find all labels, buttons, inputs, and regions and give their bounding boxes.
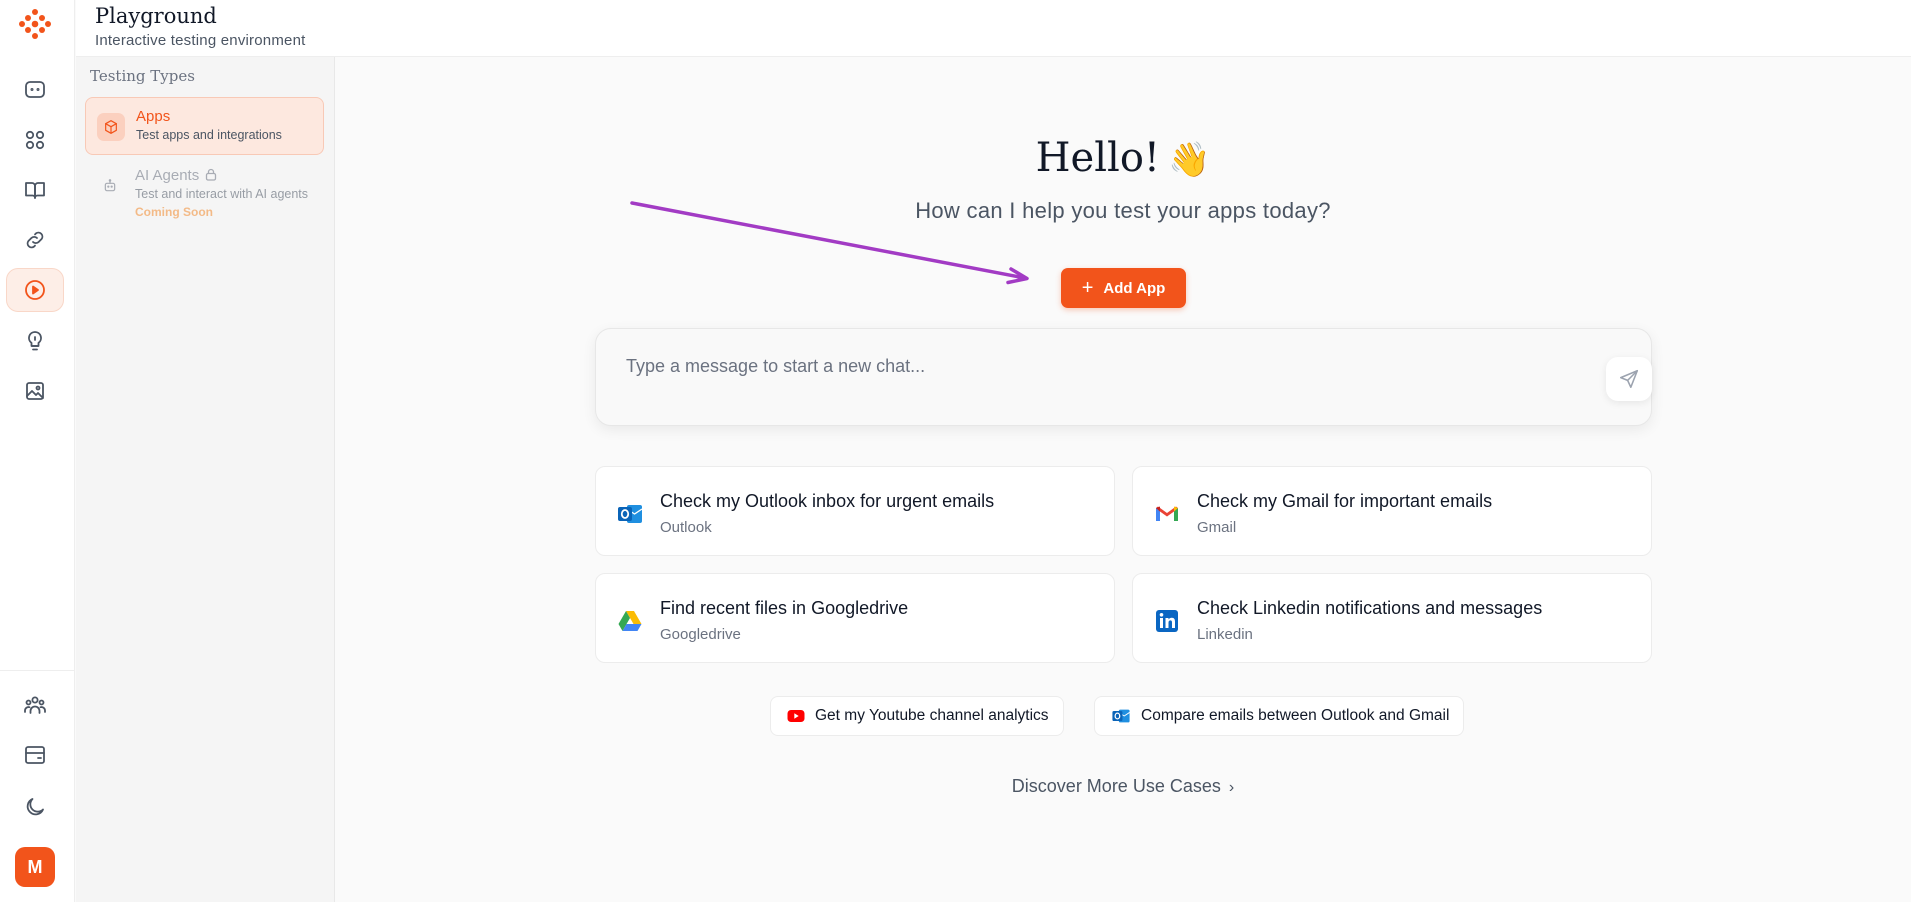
moon-icon (26, 798, 44, 816)
waving-hand-icon: 👋 (1167, 140, 1211, 180)
suggestion-card-outlook[interactable]: Check my Outlook inbox for urgent emails… (595, 466, 1115, 556)
add-app-button[interactable]: + Add App (1061, 268, 1186, 308)
rail-gallery-button[interactable] (6, 369, 64, 413)
page-subtitle: Interactive testing environment (95, 32, 306, 49)
link-icon (26, 231, 44, 249)
coming-soon-badge: Coming Soon (135, 205, 213, 219)
send-icon (1619, 369, 1639, 389)
rail-integrations-button[interactable] (6, 218, 64, 262)
card-title: Check Linkedin notifications and message… (1197, 598, 1543, 618)
left-rail: M (0, 0, 75, 902)
card-title: Find recent files in Googledrive (660, 598, 909, 618)
sidebar-item-ai-agents: AI Agents Test and interact with AI agen… (85, 157, 324, 219)
plus-icon: + (1081, 277, 1094, 299)
apps-grid-icon (25, 130, 45, 150)
sidebar-section-title: Testing Types (90, 67, 195, 85)
suggestion-chip-youtube[interactable]: Get my Youtube channel analytics (770, 696, 1064, 736)
gmail-icon (1156, 506, 1178, 521)
linkedin-icon (1156, 610, 1178, 632)
rail-docs-button[interactable] (6, 168, 64, 212)
google-drive-icon (618, 611, 642, 631)
greeting-heading: Hello! 👋 (1035, 135, 1211, 181)
sidebar-item-apps[interactable]: Apps Test apps and integrations (85, 97, 324, 155)
chevron-right-icon: › (1228, 779, 1235, 796)
book-icon (25, 182, 45, 199)
lightbulb-icon (28, 331, 42, 351)
users-icon (24, 696, 46, 714)
card-subtitle: Gmail (1197, 519, 1237, 536)
discover-more-link[interactable]: Discover More Use Cases › (335, 776, 1911, 797)
rail-chat-button[interactable] (6, 68, 64, 112)
suggestion-card-googledrive[interactable]: Find recent files in Googledrive Googled… (595, 573, 1115, 663)
robot-icon (96, 172, 124, 200)
lock-icon (206, 168, 217, 181)
suggestion-card-linkedin[interactable]: Check Linkedin notifications and message… (1132, 573, 1652, 663)
outlook-icon (1112, 709, 1130, 723)
rail-ideas-button[interactable] (6, 319, 64, 363)
suggestion-chip-compare-emails[interactable]: Compare emails between Outlook and Gmail (1094, 696, 1465, 736)
sidebar-item-desc: Test apps and integrations (136, 128, 282, 142)
rail-divider (0, 670, 75, 671)
card-subtitle: Googledrive (660, 626, 741, 643)
sidebar-item-label: AI Agents (135, 167, 217, 184)
greeting-lead: How can I help you test your apps today? (915, 198, 1331, 223)
rail-billing-button[interactable] (6, 733, 64, 777)
user-avatar[interactable]: M (15, 847, 55, 887)
page-title: Playground (95, 4, 217, 28)
rail-playground-button[interactable] (6, 268, 64, 312)
app-logo-icon[interactable] (17, 6, 53, 42)
image-icon (26, 382, 44, 400)
card-title: Check my Outlook inbox for urgent emails (660, 491, 995, 511)
testing-types-sidebar: Testing Types Apps Test apps and integra… (76, 57, 335, 902)
outlook-icon (618, 505, 643, 523)
sidebar-item-desc: Test and interact with AI agents (135, 187, 309, 201)
wallet-icon (25, 746, 45, 764)
chat-composer (595, 328, 1652, 426)
chat-input[interactable] (626, 353, 1526, 379)
card-subtitle: Linkedin (1197, 626, 1253, 643)
rail-apps-button[interactable] (6, 118, 64, 162)
send-button[interactable] (1606, 357, 1652, 401)
play-circle-icon (25, 280, 45, 300)
card-subtitle: Outlook (660, 519, 712, 536)
theme-toggle-button[interactable] (6, 785, 64, 829)
sidebar-item-label: Apps (136, 108, 171, 125)
rail-team-button[interactable] (6, 683, 64, 727)
cube-icon (97, 113, 125, 141)
main-content: Hello! 👋 How can I help you test your app… (335, 57, 1911, 902)
card-title: Check my Gmail for important emails (1197, 491, 1493, 511)
page-header: Playground Interactive testing environme… (76, 0, 1911, 57)
suggestion-card-gmail[interactable]: Check my Gmail for important emails Gmai… (1132, 466, 1652, 556)
youtube-icon (787, 710, 805, 722)
chat-icon (25, 81, 45, 98)
